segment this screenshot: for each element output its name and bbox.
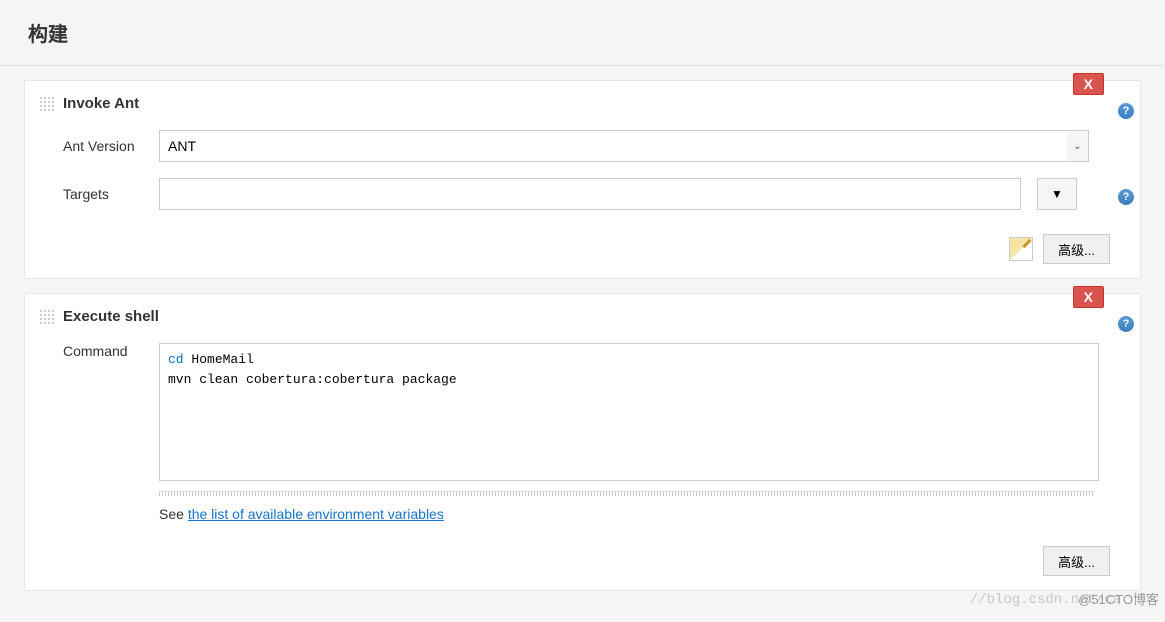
ant-version-row: Ant Version ⌄ xyxy=(39,130,1122,162)
advanced-button[interactable]: 高级... xyxy=(1043,546,1110,576)
advanced-row: 高级... xyxy=(39,538,1122,576)
expand-targets-button[interactable]: ▼ xyxy=(1037,178,1077,210)
command-textarea[interactable]: cd HomeMail mvn clean cobertura:cobertur… xyxy=(159,343,1099,481)
ant-version-select[interactable] xyxy=(159,130,1067,162)
env-vars-hint: See the list of available environment va… xyxy=(39,506,1122,522)
step-header: Execute shell xyxy=(39,308,1122,325)
targets-row: Targets ▼ xyxy=(39,178,1122,210)
build-step-invoke-ant: X ? ? Invoke Ant Ant Version ⌄ Targets ▼… xyxy=(24,80,1141,279)
help-icon[interactable]: ? xyxy=(1118,189,1134,205)
ant-version-label: Ant Version xyxy=(63,138,159,154)
command-label: Command xyxy=(63,343,159,359)
command-row: Command cd HomeMail mvn clean cobertura:… xyxy=(39,343,1122,481)
help-icon[interactable]: ? xyxy=(1118,103,1134,119)
advanced-row: 高级... xyxy=(39,226,1122,264)
step-title: Execute shell xyxy=(63,308,159,325)
resize-handle[interactable] xyxy=(159,491,1094,496)
step-header: Invoke Ant xyxy=(39,95,1122,112)
chevron-down-icon[interactable]: ⌄ xyxy=(1067,130,1089,162)
help-icon[interactable]: ? xyxy=(1118,316,1134,332)
delete-step-button[interactable]: X xyxy=(1073,73,1104,95)
delete-step-button[interactable]: X xyxy=(1073,286,1104,308)
targets-input[interactable] xyxy=(159,178,1021,210)
drag-handle-icon[interactable] xyxy=(39,309,55,325)
env-vars-link[interactable]: the list of available environment variab… xyxy=(188,506,444,522)
edit-icon[interactable] xyxy=(1009,237,1033,261)
see-prefix: See xyxy=(159,506,188,522)
advanced-button[interactable]: 高级... xyxy=(1043,234,1110,264)
watermark-text-2: @51CTO博客 xyxy=(1078,589,1159,608)
targets-label: Targets xyxy=(63,186,159,202)
build-step-execute-shell: X ? Execute shell Command cd HomeMail mv… xyxy=(24,293,1141,591)
drag-handle-icon[interactable] xyxy=(39,96,55,112)
step-title: Invoke Ant xyxy=(63,95,139,112)
section-title: 构建 xyxy=(0,0,1165,66)
watermark-text: //blog.csdn.net/ca xyxy=(970,592,1121,608)
